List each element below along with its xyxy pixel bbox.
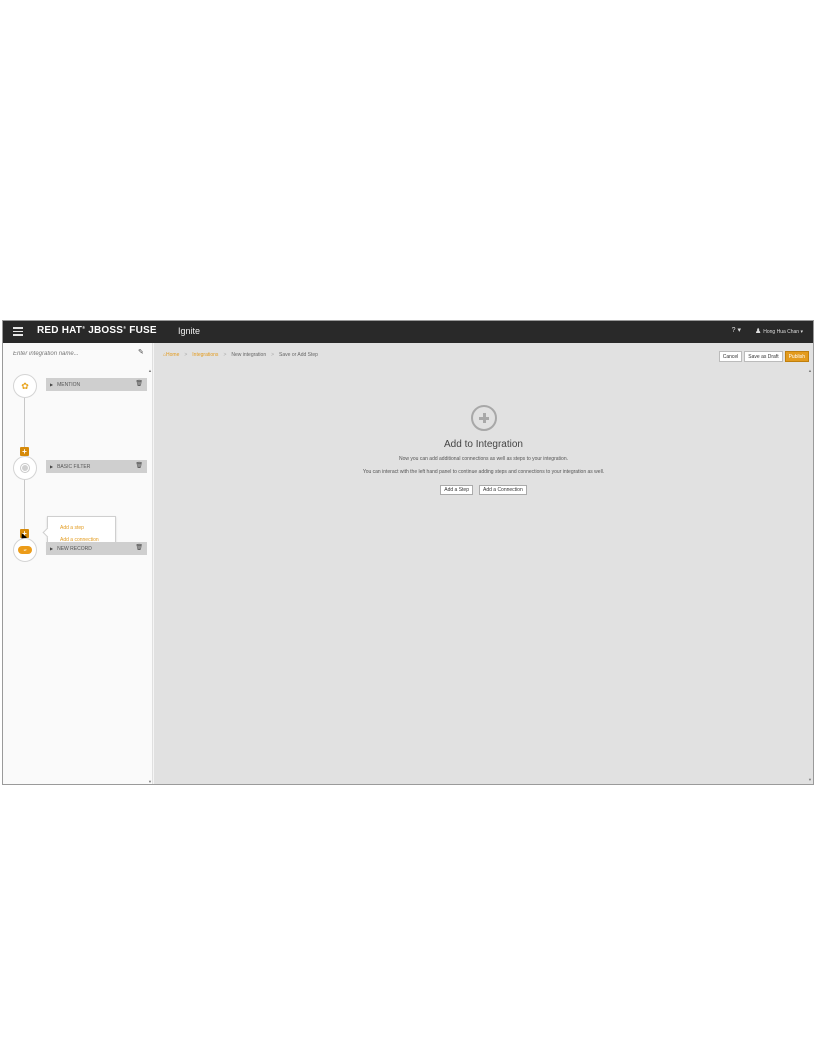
add-to-integration-panel: Add to Integration Now you can add addit… — [154, 405, 813, 495]
twitter-icon: ✿ — [21, 380, 29, 391]
integration-steps-panel: ✎ ✿ ▶ MENTION 🗑 + ▶ BASIC FILTER 🗑 + Add… — [3, 343, 153, 784]
edit-pencil-icon[interactable]: ✎ — [138, 348, 144, 356]
action-buttons: Cancel Save as Draft Publish — [718, 351, 809, 362]
breadcrumb-current: Save or Add Step — [279, 352, 318, 358]
breadcrumb-separator-icon: > — [184, 352, 188, 358]
help-icon: ? — [731, 327, 736, 334]
help-menu[interactable]: ? ▾ — [732, 326, 741, 334]
product-name: Ignite — [178, 326, 201, 336]
step-label: NEW RECORD — [57, 545, 92, 552]
top-navbar: RED HAT® JBOSS® FUSE Ignite ? ▾ ♟ Hong Hu… — [3, 321, 813, 343]
hamburger-menu-icon[interactable] — [13, 327, 23, 336]
scroll-up-icon[interactable]: ▲ — [808, 368, 812, 373]
step-basic-filter[interactable]: ▶ BASIC FILTER 🗑 — [46, 460, 147, 473]
breadcrumb-new-integration: New integration — [231, 352, 267, 358]
publish-button[interactable]: Publish — [784, 351, 809, 362]
scroll-down-icon[interactable]: ▼ — [148, 779, 152, 784]
app-window: RED HAT® JBOSS® FUSE Ignite ? ▾ ♟ Hong Hu… — [2, 320, 814, 785]
main-scrollbar[interactable]: ▲ ▼ — [808, 368, 812, 782]
scroll-down-icon[interactable]: ▼ — [808, 777, 812, 782]
trash-icon[interactable]: 🗑 — [135, 462, 143, 469]
plus-icon: + — [22, 447, 27, 456]
breadcrumb-home[interactable]: ⌂Home — [163, 352, 179, 358]
add-title: Add to Integration — [444, 439, 523, 450]
breadcrumb: ⌂Home > Integrations > New integration > Save … — [163, 352, 318, 358]
save-draft-button[interactable]: Save as Draft — [744, 351, 783, 362]
brand-logo: RED HAT® JBOSS® FUSE — [37, 325, 157, 336]
breadcrumb-integrations[interactable]: Integrations — [192, 352, 218, 358]
caret-right-icon: ▶ — [50, 546, 54, 551]
popover-add-step[interactable]: Add a step — [60, 525, 84, 531]
step-label: MENTION — [57, 381, 81, 388]
add-description-1: Now you can add additional connections a… — [399, 456, 568, 462]
add-connection-button[interactable]: Add a Connection — [478, 485, 527, 495]
trash-icon[interactable]: 🗑 — [135, 544, 143, 551]
scroll-up-icon[interactable]: ▲ — [148, 368, 152, 373]
add-circle-icon — [470, 405, 497, 431]
add-description-2: You can interact with the left hand pane… — [362, 469, 605, 475]
caret-right-icon: ▶ — [50, 382, 54, 387]
step-circle-salesforce[interactable]: sf — [13, 538, 37, 562]
cancel-button[interactable]: Cancel — [718, 351, 743, 362]
filter-icon — [21, 464, 29, 472]
chevron-down-icon: ▾ — [800, 329, 803, 335]
step-circle-twitter[interactable]: ✿ — [13, 374, 37, 398]
step-label: BASIC FILTER — [57, 463, 91, 470]
breadcrumb-separator-icon: > — [223, 352, 227, 358]
add-buttons: Add a Step Add a Connection — [154, 485, 813, 495]
user-name: Hong Hua Chan — [763, 329, 800, 335]
step-circle-filter[interactable] — [13, 456, 37, 480]
integration-name-input[interactable] — [13, 349, 133, 359]
add-between-button[interactable]: + — [20, 447, 29, 456]
salesforce-icon: sf — [18, 546, 32, 554]
breadcrumb-separator-icon: > — [271, 352, 275, 358]
trash-icon[interactable]: 🗑 — [135, 380, 143, 387]
user-menu[interactable]: ♟ Hong Hua Chan ▾ — [755, 327, 803, 335]
step-mention[interactable]: ▶ MENTION 🗑 — [46, 378, 147, 391]
add-step-button[interactable]: Add a Step — [440, 485, 473, 495]
step-new-record[interactable]: ▶ NEW RECORD 🗑 — [46, 542, 147, 555]
caret-right-icon: ▶ — [50, 464, 54, 469]
main-content: ⌂Home > Integrations > New integration > Save … — [154, 343, 813, 784]
user-icon: ♟ — [754, 328, 762, 335]
left-scrollbar[interactable]: ▲ ▼ — [148, 368, 152, 784]
